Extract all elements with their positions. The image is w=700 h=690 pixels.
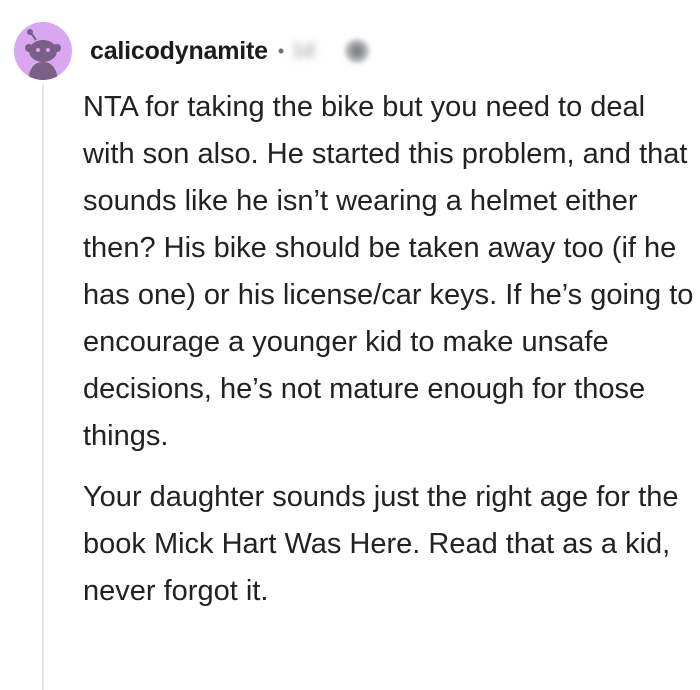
comment-card: calicodynamite • 1d NTA for taking the b… — [0, 0, 700, 690]
blurred-award-icon — [344, 38, 371, 64]
username[interactable]: calicodynamite — [90, 37, 268, 66]
comment-body: NTA for taking the bike but you need to … — [83, 84, 695, 615]
comment-paragraph: NTA for taking the bike but you need to … — [83, 91, 694, 452]
separator-dot: • — [277, 40, 285, 61]
avatar[interactable] — [14, 22, 72, 80]
thread-line[interactable] — [42, 84, 44, 690]
comment-paragraph: Your daughter sounds just the right age … — [83, 481, 679, 607]
timestamp: 1d — [292, 39, 315, 62]
comment-header: calicodynamite • 1d — [14, 20, 371, 82]
reddit-snoo-avatar-icon — [25, 29, 61, 80]
